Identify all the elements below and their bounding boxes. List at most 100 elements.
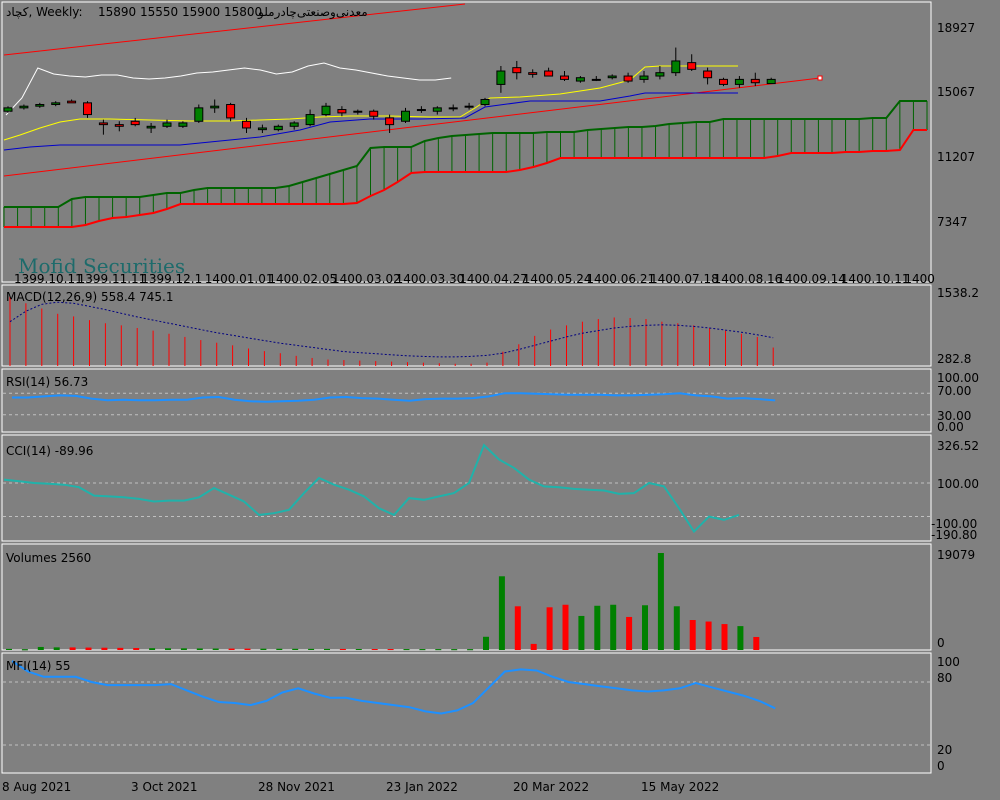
bottom-date-2: 3 Oct 2021: [131, 780, 198, 794]
volume-bar: [260, 648, 267, 650]
candle-body: [480, 98, 490, 106]
volume-bar: [451, 649, 458, 651]
candle-body: [544, 70, 554, 77]
candle-body: [35, 104, 45, 107]
volumes-title: Volumes 2560: [6, 551, 91, 565]
rsi-tick-4: 0.00: [937, 420, 964, 434]
candle-body: [130, 120, 140, 126]
volume-bar: [117, 647, 124, 650]
candle-body: [385, 117, 395, 126]
candle-body: [273, 125, 283, 131]
volume-bar: [387, 649, 394, 651]
candle-body: [750, 78, 760, 84]
bottom-date-5: 20 Mar 2022: [513, 780, 589, 794]
date-tick-label: 1400.04.27: [459, 272, 528, 286]
candle-body: [464, 105, 474, 108]
channel-anchor-point: [817, 75, 823, 81]
cci-tick-1: 326.52: [937, 439, 979, 453]
volume-bar: [228, 648, 235, 650]
candle-body: [210, 105, 220, 109]
volume-bar: [737, 626, 744, 650]
candle-body: [448, 107, 458, 110]
volume-bar: [180, 648, 187, 650]
cci-tick-2: 100.00: [937, 477, 979, 491]
candle-body: [639, 75, 649, 80]
macd-tick-1: 1538.2: [937, 286, 979, 300]
volume-bar: [753, 636, 760, 650]
candle-body: [83, 102, 92, 116]
candle-body: [432, 107, 442, 112]
chart-window: 1399.10.11 1399.11.11 1399.12.1 1400.01.01 1…: [0, 0, 1000, 800]
volume-bar: [435, 649, 442, 651]
rsi-tick-1: 100.00: [937, 371, 979, 385]
bottom-date-6: 15 May 2022: [641, 780, 719, 794]
candle-body: [51, 102, 61, 106]
candle-body: [734, 78, 744, 85]
volume-bar: [689, 620, 696, 650]
candle-body: [719, 78, 728, 85]
candle-body: [3, 107, 13, 112]
candle-body: [655, 72, 665, 77]
mfi-tick-2: 80: [937, 671, 952, 685]
volume-bar: [69, 647, 76, 650]
volume-bar: [530, 643, 537, 650]
date-tick-label: 1400.10.11: [841, 272, 910, 286]
plot-layer: 1399.10.111399.11.111399.12.1 1400.01.011…: [3, 3, 935, 746]
volume-bar: [324, 648, 330, 650]
mfi-pane-frame: [1, 652, 932, 774]
volume-bar: [371, 649, 378, 651]
candle-body: [623, 75, 633, 82]
volume-bar: [419, 649, 426, 651]
date-tick-label: 1400.02.05: [268, 272, 337, 286]
candle-body: [401, 110, 410, 122]
header-ohlc: 15890 15550 15900 15800: [98, 5, 262, 19]
volume-bar: [721, 624, 728, 650]
bottom-date-4: 23 Jan 2022: [386, 780, 458, 794]
candle-body: [512, 67, 522, 74]
mfi-tick-1: 100: [937, 655, 960, 669]
date-tick-label: 1400.05.24: [523, 272, 592, 286]
rsi-title: RSI(14) 56.73: [6, 375, 88, 389]
date-tick-label: 1400.07.18: [650, 272, 719, 286]
date-tick-label: 1400.01.01: [205, 272, 274, 286]
volume-bar: [594, 605, 601, 650]
date-tick-label: 1400.06.21: [586, 272, 655, 286]
candle-body: [607, 75, 617, 79]
bottom-date-1: 8 Aug 2021: [2, 780, 71, 794]
candle-body: [496, 70, 506, 85]
volume-bar: [133, 648, 140, 650]
volume-bar: [626, 616, 633, 650]
volume-bar: [85, 647, 92, 650]
chart-svg: 1399.10.111399.11.111399.12.1 1400.01.011…: [1, 1, 979, 794]
volume-bar: [578, 615, 585, 650]
volume-bar: [514, 606, 521, 650]
bottom-date-3: 28 Nov 2021: [258, 780, 335, 794]
candle-body: [257, 127, 267, 131]
volume-bar: [355, 648, 362, 650]
candle-body: [591, 78, 601, 81]
candle-body: [337, 109, 347, 114]
volume-bar: [562, 604, 569, 650]
rsi-tick-2: 70.00: [937, 384, 971, 398]
candle-body: [67, 100, 77, 104]
main-tick-2: 15067: [937, 85, 975, 99]
volume-bar: [292, 648, 299, 650]
candle-body: [671, 60, 681, 74]
main-tick-3: 11207: [937, 150, 975, 164]
cci-line: [3, 443, 740, 534]
cci-pane-frame: [1, 434, 932, 542]
candle-body: [305, 114, 315, 126]
date-tick-label: 1400.03.02: [332, 272, 401, 286]
volume-bar: [244, 648, 251, 650]
volume-bar: [21, 649, 28, 651]
volume-bar: [657, 553, 664, 650]
watermark: Mofid Securities: [18, 254, 185, 278]
volume-bar: [196, 648, 203, 650]
volume-tick-2: 0: [937, 636, 945, 650]
candle-body: [194, 107, 204, 122]
mfi-tick-4: 0: [937, 759, 945, 773]
macd-title: MACD(12,26,9) 558.4 745.1: [6, 290, 173, 304]
mfi-title: MFI(14) 55: [6, 659, 71, 673]
header-name: معدنی‌وصنعتی‌چادرملو: [257, 5, 368, 20]
date-tick-label: 1400.09.14: [777, 272, 846, 286]
